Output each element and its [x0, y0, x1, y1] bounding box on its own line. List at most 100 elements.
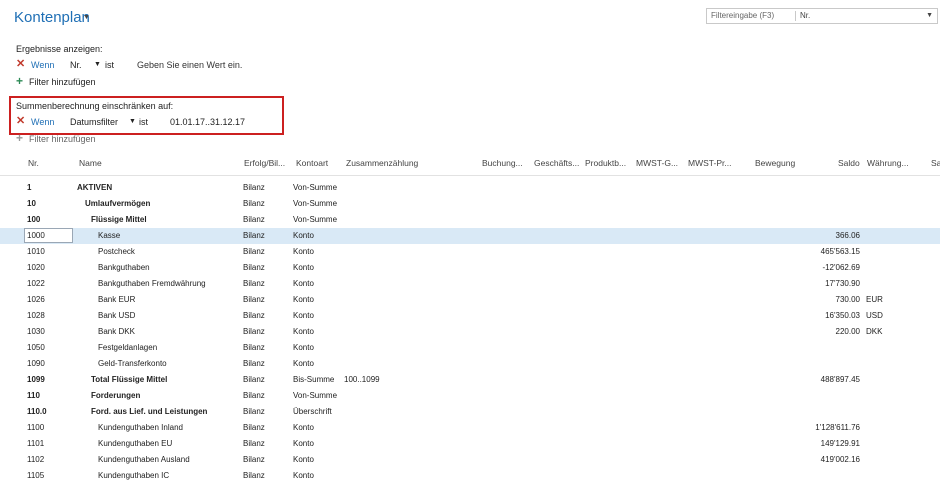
- table-row[interactable]: 100 Flüssige Mittel Bilanz Von-Summe: [0, 212, 940, 228]
- column-header-bewegung[interactable]: Bewegung: [755, 158, 795, 168]
- cell-name[interactable]: Bankguthaben Fremdwährung: [98, 279, 206, 288]
- cell-erfolg[interactable]: Bilanz: [243, 263, 265, 272]
- cell-nr[interactable]: 100: [27, 215, 40, 224]
- chevron-down-icon[interactable]: ▼: [94, 61, 101, 68]
- column-header-waehrung[interactable]: Währung...: [867, 158, 909, 168]
- cell-nr[interactable]: 1100: [27, 423, 44, 432]
- cell-name[interactable]: Bank USD: [98, 311, 135, 320]
- filter-field-select[interactable]: Nr.: [70, 60, 82, 70]
- cell-erfolg[interactable]: Bilanz: [243, 423, 265, 432]
- cell-name[interactable]: Kundenguthaben IC: [98, 471, 169, 480]
- table-row[interactable]: 10 Umlaufvermögen Bilanz Von-Summe: [0, 196, 940, 212]
- cell-kontoart[interactable]: Konto: [293, 343, 314, 352]
- cell-kontoart[interactable]: Konto: [293, 439, 314, 448]
- chevron-down-icon[interactable]: ▼: [83, 14, 90, 21]
- cell-erfolg[interactable]: Bilanz: [243, 375, 265, 384]
- cell-kontoart[interactable]: Bis-Summe: [293, 375, 334, 384]
- cell-erfolg[interactable]: Bilanz: [243, 247, 265, 256]
- cell-erfolg[interactable]: Bilanz: [243, 391, 265, 400]
- cell-name[interactable]: Postcheck: [98, 247, 135, 256]
- cell-nr[interactable]: 1102: [27, 455, 44, 464]
- table-row[interactable]: 1010 Postcheck Bilanz Konto 465'563.15: [0, 244, 940, 260]
- cell-name[interactable]: Kasse: [98, 231, 120, 240]
- table-row[interactable]: 1022 Bankguthaben Fremdwährung Bilanz Konto…: [0, 276, 940, 292]
- filter-when-link[interactable]: Wenn: [31, 117, 54, 127]
- column-header-mwst-pr[interactable]: MWST-Pr...: [688, 158, 731, 168]
- table-row[interactable]: 1099 Total Flüssige Mittel Bilanz Bis-Summe…: [0, 372, 940, 388]
- cell-name[interactable]: Bankguthaben: [98, 263, 150, 272]
- cell-saldo[interactable]: 366.06: [770, 231, 860, 240]
- cell-nr[interactable]: 10: [27, 199, 36, 208]
- cell-kontoart[interactable]: Konto: [293, 423, 314, 432]
- cell-kontoart[interactable]: Von-Summe: [293, 199, 337, 208]
- column-header-zusammenzaehlung[interactable]: Zusammenzählung: [346, 158, 418, 168]
- cell-kontoart[interactable]: Konto: [293, 295, 314, 304]
- cell-zusammenzaehlung[interactable]: 100..1099: [344, 375, 380, 384]
- cell-saldo[interactable]: 17'730.90: [770, 279, 860, 288]
- table-row[interactable]: 1050 Festgeldanlagen Bilanz Konto: [0, 340, 940, 356]
- column-header-kontoart[interactable]: Kontoart: [296, 158, 328, 168]
- cell-nr[interactable]: 1028: [27, 311, 45, 320]
- add-filter-link[interactable]: Filter hinzufügen: [29, 77, 96, 87]
- filter-when-link[interactable]: Wenn: [31, 60, 54, 70]
- table-row[interactable]: 110 Forderungen Bilanz Von-Summe: [0, 388, 940, 404]
- cell-saldo[interactable]: 465'563.15: [770, 247, 860, 256]
- table-row[interactable]: 1000 Kasse Bilanz Konto 366.06: [0, 228, 940, 244]
- filter-field-select[interactable]: Datumsfilter: [70, 117, 118, 127]
- cell-name[interactable]: Kundenguthaben EU: [98, 439, 172, 448]
- cell-kontoart[interactable]: Konto: [293, 279, 314, 288]
- cell-nr[interactable]: 1022: [27, 279, 45, 288]
- cell-waehrung[interactable]: USD: [866, 311, 883, 320]
- cell-saldo[interactable]: 730.00: [770, 295, 860, 304]
- cell-name[interactable]: Bank EUR: [98, 295, 135, 304]
- cell-nr[interactable]: 1101: [27, 439, 44, 448]
- cell-nr[interactable]: 1105: [27, 471, 44, 480]
- cell-nr[interactable]: 1020: [27, 263, 45, 272]
- table-row[interactable]: 1100 Kundenguthaben Inland Bilanz Konto 1'12…: [0, 420, 940, 436]
- chevron-down-icon[interactable]: ▼: [926, 12, 933, 19]
- cell-name[interactable]: Ford. aus Lief. und Leistungen: [91, 407, 207, 416]
- add-icon[interactable]: +: [16, 132, 23, 144]
- cell-kontoart[interactable]: Von-Summe: [293, 215, 337, 224]
- cell-nr[interactable]: 1000: [27, 231, 45, 240]
- cell-name[interactable]: Festgeldanlagen: [98, 343, 157, 352]
- table-row[interactable]: 1105 Kundenguthaben IC Bilanz Konto: [0, 468, 940, 484]
- page-title[interactable]: Kontenplan: [14, 9, 90, 26]
- cell-erfolg[interactable]: Bilanz: [243, 311, 265, 320]
- cell-nr[interactable]: 110: [27, 391, 40, 400]
- table-row[interactable]: 110.0 Ford. aus Lief. und Leistungen Bilan…: [0, 404, 940, 420]
- cell-erfolg[interactable]: Bilanz: [243, 407, 265, 416]
- cell-kontoart[interactable]: Konto: [293, 247, 314, 256]
- cell-erfolg[interactable]: Bilanz: [243, 343, 265, 352]
- table-row[interactable]: 1030 Bank DKK Bilanz Konto 220.00 DKK: [0, 324, 940, 340]
- column-header-buchung[interactable]: Buchung...: [482, 158, 523, 168]
- table-row[interactable]: 1020 Bankguthaben Bilanz Konto -12'062.69: [0, 260, 940, 276]
- remove-filter-icon[interactable]: ✕: [16, 116, 25, 127]
- chevron-down-icon[interactable]: ▼: [129, 118, 136, 125]
- column-header-name[interactable]: Name: [79, 158, 102, 168]
- cell-name[interactable]: Kundenguthaben Ausland: [98, 455, 190, 464]
- column-header-produkt[interactable]: Produktb...: [585, 158, 626, 168]
- cell-name[interactable]: Total Flüssige Mittel: [91, 375, 167, 384]
- cell-kontoart[interactable]: Konto: [293, 359, 314, 368]
- cell-nr[interactable]: 110.0: [27, 407, 47, 416]
- cell-kontoart[interactable]: Von-Summe: [293, 183, 337, 192]
- cell-erfolg[interactable]: Bilanz: [243, 183, 265, 192]
- column-header-nr[interactable]: Nr.: [28, 158, 39, 168]
- cell-saldo[interactable]: 488'897.45: [770, 375, 860, 384]
- table-row[interactable]: 1028 Bank USD Bilanz Konto 16'350.03 USD: [0, 308, 940, 324]
- column-header-sa[interactable]: Sa: [931, 158, 940, 168]
- cell-nr[interactable]: 1010: [27, 247, 45, 256]
- cell-nr[interactable]: 1: [27, 183, 31, 192]
- cell-name[interactable]: Kundenguthaben Inland: [98, 423, 183, 432]
- cell-erfolg[interactable]: Bilanz: [243, 359, 265, 368]
- cell-saldo[interactable]: 220.00: [770, 327, 860, 336]
- table-row[interactable]: 1102 Kundenguthaben Ausland Bilanz Konto 419…: [0, 452, 940, 468]
- cell-saldo[interactable]: -12'062.69: [770, 263, 860, 272]
- cell-kontoart[interactable]: Konto: [293, 263, 314, 272]
- cell-erfolg[interactable]: Bilanz: [243, 455, 265, 464]
- cell-nr[interactable]: 1026: [27, 295, 45, 304]
- cell-erfolg[interactable]: Bilanz: [243, 215, 265, 224]
- add-filter-link[interactable]: Filter hinzufügen: [29, 134, 96, 144]
- search-input[interactable]: Filtereingabe (F3) Nr. ▼: [706, 8, 938, 24]
